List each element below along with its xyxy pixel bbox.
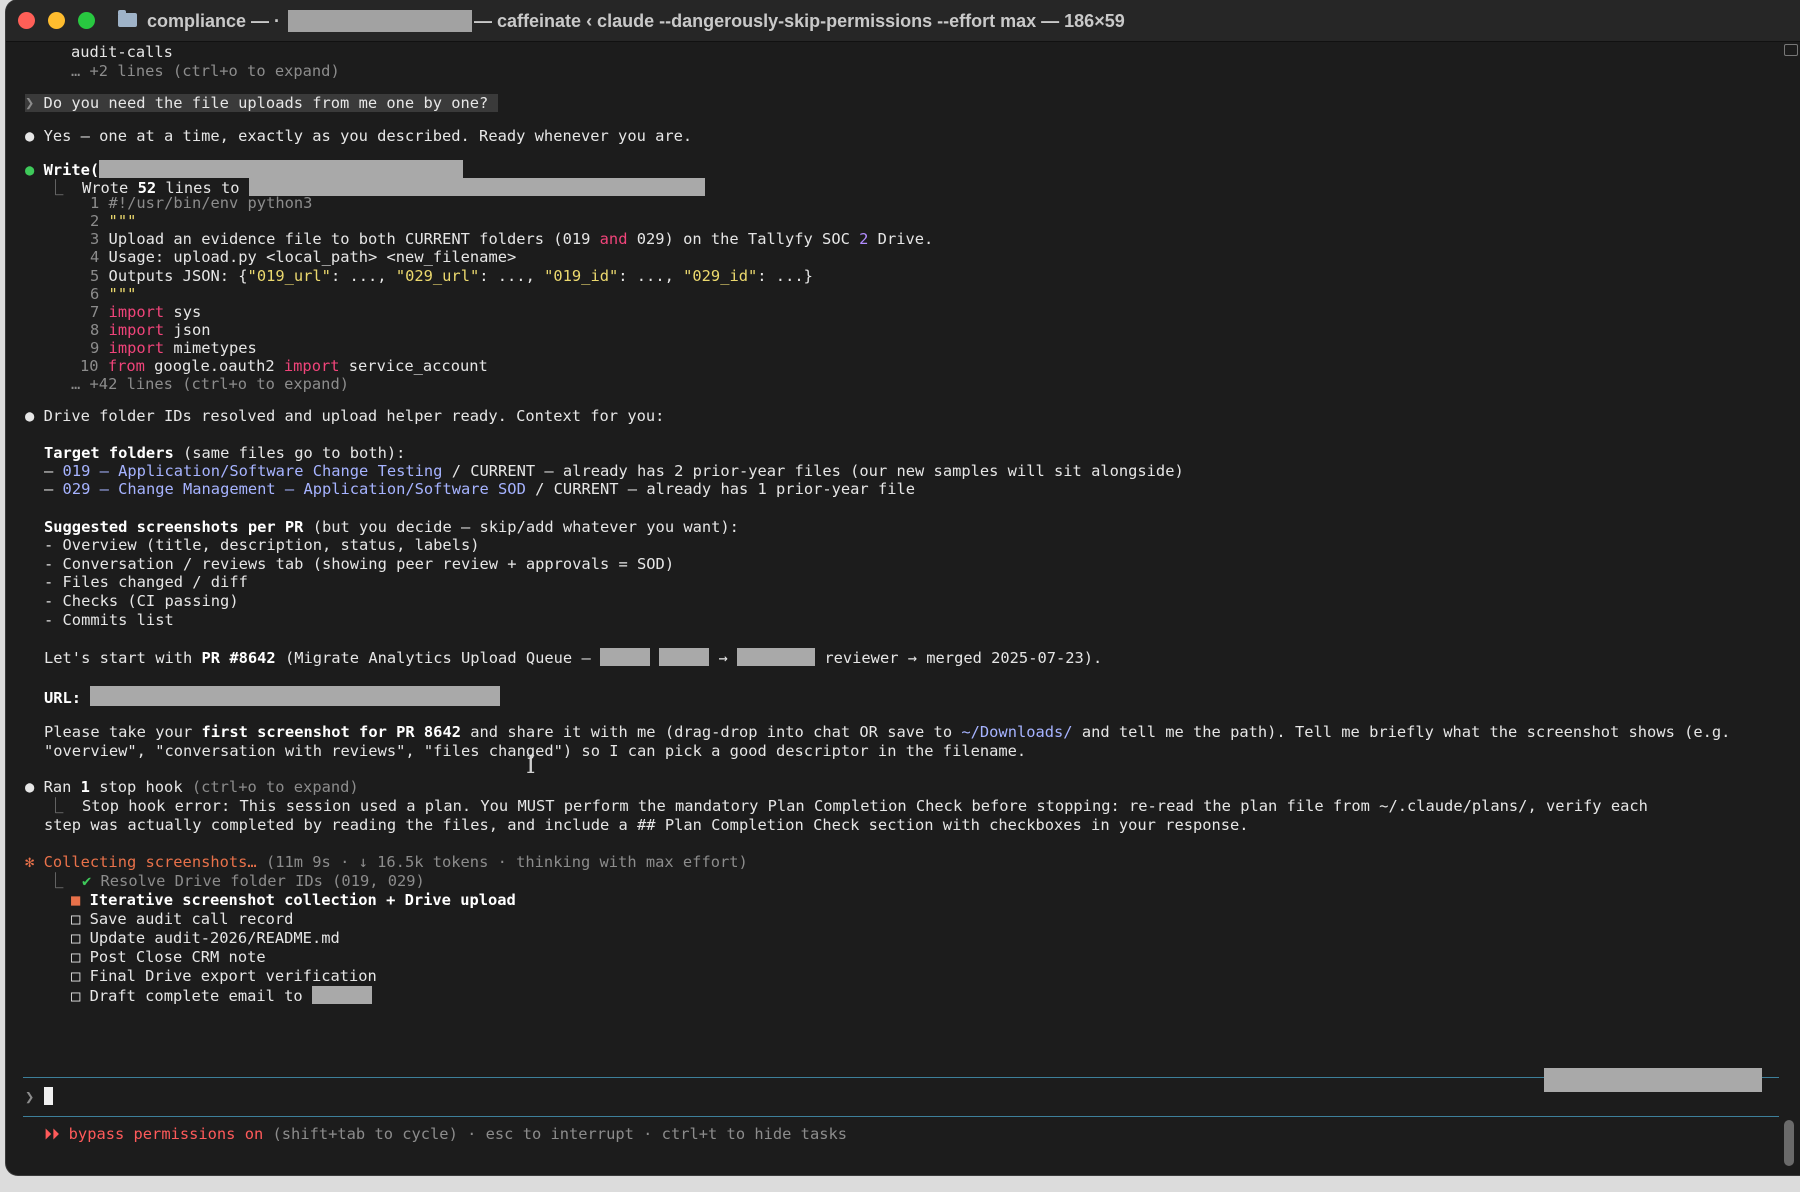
suggested-heading: Suggested screenshots per PR (but you de… [44,518,739,536]
redacted-block [311,986,372,1004]
in-progress-icon: ■ [71,891,81,909]
checkbox-icon: □ [71,910,81,928]
folder-link-019[interactable]: 019 – Application/Software Change Testin… [63,462,443,480]
prompt-input[interactable]: ❯ [25,1087,53,1106]
title-prefix: compliance — · [147,11,281,31]
code-line: 4 Usage: upload.py <local_path> <new_fil… [90,248,517,266]
stop-hook-line: ● Ran 1 stop hook (ctrl+o to expand) [25,778,359,796]
checkbox-icon: □ [71,967,81,985]
output-line: audit-calls [71,43,173,61]
bullet-icon: ● [25,407,35,425]
target-heading: Target folders (same files go to both): [44,444,406,462]
task-status: ✻ Collecting screenshots… (11m 9s · ↓ 16… [25,853,748,871]
task-item: □ Update audit-2026/README.md [71,929,340,947]
folder-line: – 019 – Application/Software Change Test… [44,462,1184,480]
spinner-icon: ✻ [25,853,35,871]
terminal-output[interactable]: audit-calls … +2 lines (ctrl+o to expand… [6,41,1800,1175]
task-item: □ Post Close CRM note [71,948,266,966]
expand-hint: … +2 lines (ctrl+o to expand) [71,62,340,80]
url-line: URL: [44,686,501,707]
title-bar: compliance — · — caffeinate ‹ claude --d… [6,0,1800,42]
code-line: 10 from google.oauth2 import service_acc… [80,357,488,375]
code-line: 9 import mimetypes [90,339,257,357]
redacted-block [288,10,473,32]
checkbox-icon: □ [71,948,81,966]
code-line: 7 import sys [90,303,202,321]
user-message: ❯ Do you need the file uploads from me o… [25,94,498,113]
instruction-line: Please take your first screenshot for PR… [44,723,1731,741]
tree-branch-icon: ⎿ [48,179,64,197]
redacted-block [1544,1068,1762,1092]
redacted-block [599,648,650,666]
downloads-path-link[interactable]: ~/Downloads/ [961,723,1072,741]
code-line: 2 """ [90,212,137,230]
folder-line: – 029 – Change Management – Application/… [44,480,916,498]
code-line: 8 import json [90,321,211,339]
ibeam-cursor-icon: I [526,751,536,779]
hook-error-line: ⎿ Stop hook error: This session used a p… [48,797,1648,815]
start-line: Let's start with PR #8642 (Migrate Analy… [44,648,1103,667]
redacted-block [99,160,464,178]
hook-error-line: step was actually completed by reading t… [44,816,1249,834]
redacted-block [659,648,710,666]
task-item: ■ Iterative screenshot collection + Driv… [71,891,516,909]
code-line: 5 Outputs JSON: {"019_url": ..., "029_ur… [90,267,813,285]
input-border-bottom [23,1116,1779,1117]
zoom-button[interactable] [78,12,95,29]
input-border-top [23,1077,1779,1078]
code-line: 6 """ [90,285,137,303]
redacted-block [737,648,816,666]
title-suffix: — caffeinate ‹ claude --dangerously-skip… [474,11,1125,31]
scrollbar[interactable] [1784,1120,1794,1166]
list-item: - Files changed / diff [44,573,248,591]
check-icon: ✔ [81,872,92,890]
task-item: □ Draft complete email to [71,986,372,1005]
task-item: □ Final Drive export verification [71,967,377,985]
bullet-icon: ● [25,161,35,179]
folder-link-029[interactable]: 029 – Change Management – Application/So… [63,480,526,498]
tree-branch-icon: ⎿ [48,872,64,890]
prompt-chevron-icon: ❯ [25,1088,35,1106]
code-line: 1 #!/usr/bin/env python3 [90,194,313,212]
list-item: - Conversation / reviews tab (showing pe… [44,555,675,573]
window-title: compliance — · — caffeinate ‹ claude --d… [147,9,1125,33]
close-button[interactable] [18,12,35,29]
checkbox-icon: □ [71,929,81,947]
task-item: ⎿ ✔ Resolve Drive folder IDs (019, 029) [48,872,425,890]
code-line: 3 Upload an evidence file to both CURREN… [90,230,934,248]
checkbox-icon: □ [71,987,81,1005]
bullet-icon: ● [25,778,35,796]
minimize-button[interactable] [48,12,65,29]
list-item: - Overview (title, description, status, … [44,536,480,554]
write-tool-call: ● Write( [25,160,464,179]
scroll-indicator-icon [1784,44,1798,56]
tree-branch-icon: ⎿ [48,797,64,815]
redacted-url[interactable] [90,686,501,706]
text-cursor [43,1087,53,1105]
redacted-block [248,178,705,196]
expand-hint: … +42 lines (ctrl+o to expand) [71,375,349,393]
bullet-icon: ● [25,127,35,145]
terminal-window: compliance — · — caffeinate ‹ claude --d… [6,0,1800,1175]
status-bar: ⏵⏵ bypass permissions on (shift+tab to c… [44,1125,848,1143]
task-item: □ Save audit call record [71,910,294,928]
assistant-message: ● Drive folder IDs resolved and upload h… [25,407,665,425]
list-item: - Commits list [44,611,174,629]
list-item: - Checks (CI passing) [44,592,239,610]
folder-icon [118,10,137,27]
assistant-reply: ● Yes — one at a time, exactly as you de… [25,127,693,145]
